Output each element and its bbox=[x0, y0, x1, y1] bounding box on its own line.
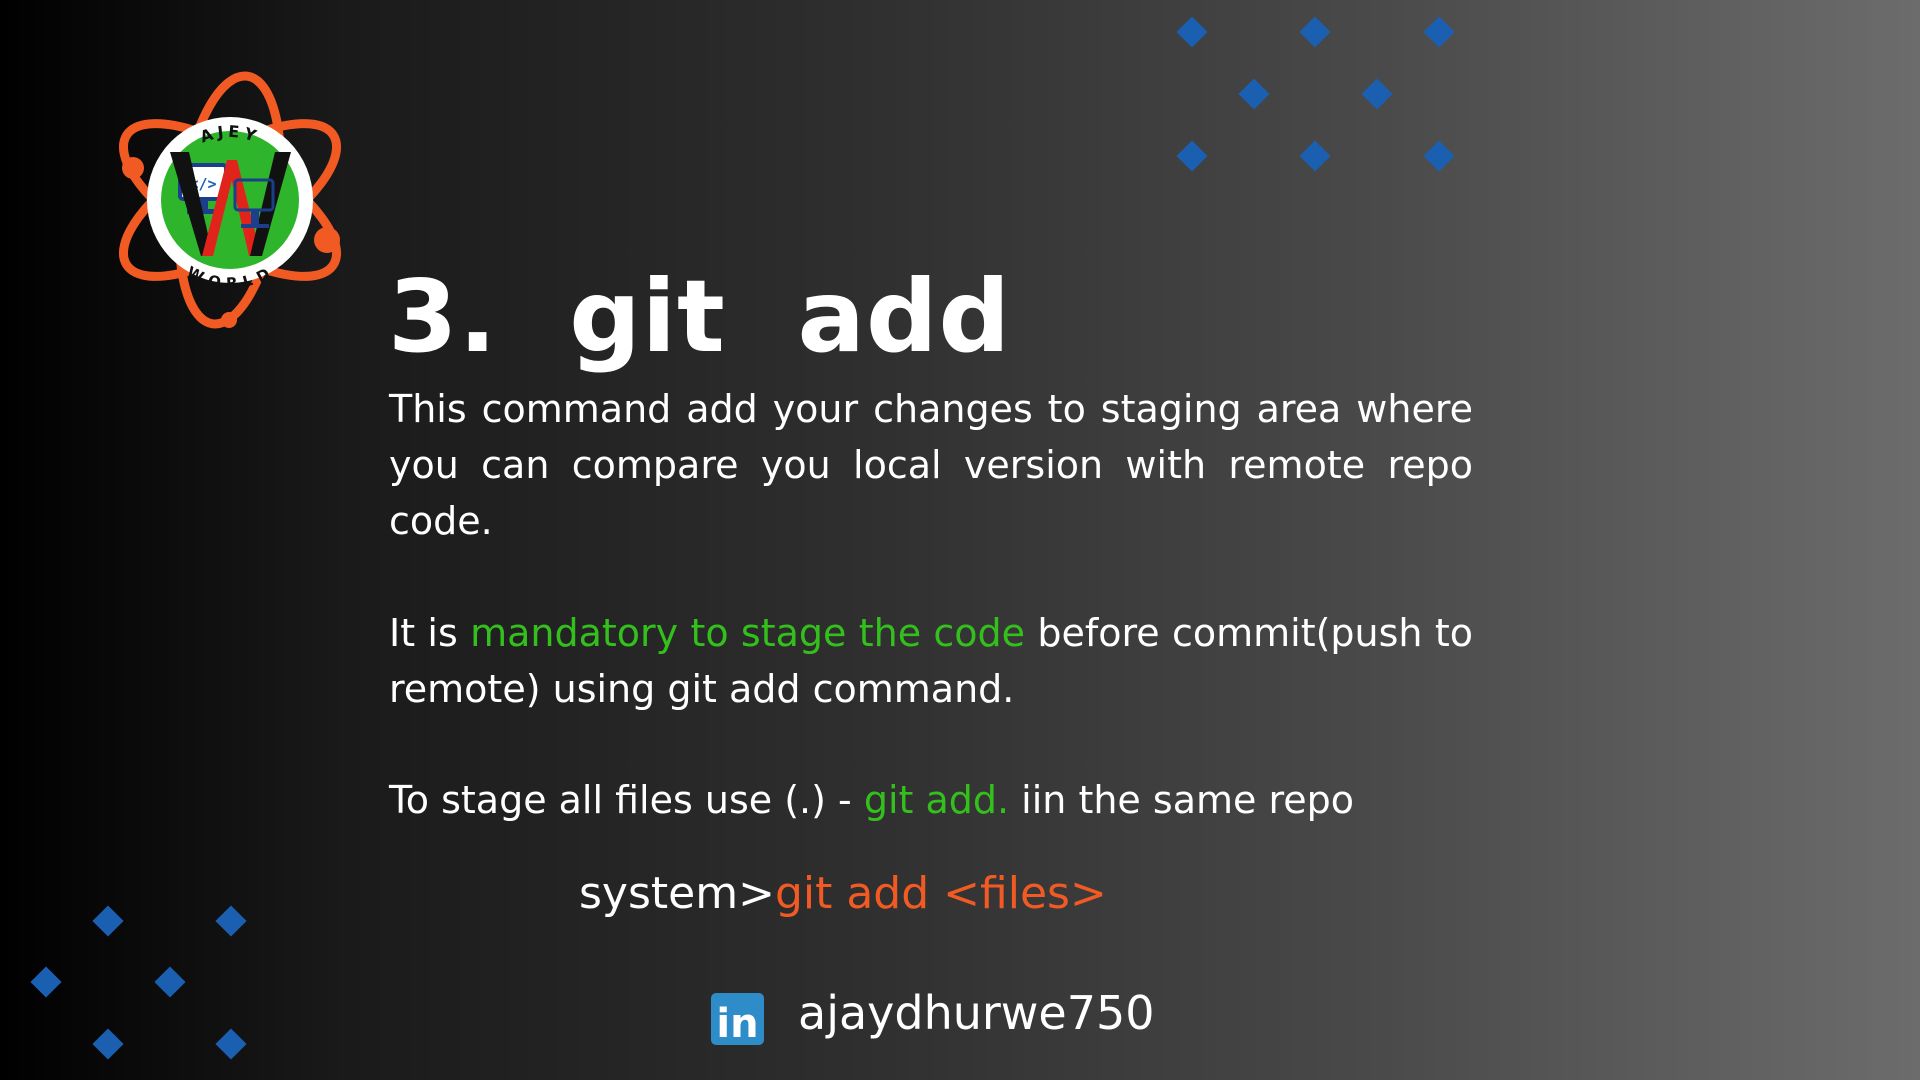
description-paragraph: This command add your changes to staging… bbox=[389, 387, 1473, 543]
linkedin-icon-text: in bbox=[716, 1001, 758, 1045]
linkedin-icon: in bbox=[711, 993, 764, 1047]
slide-title: 3. git add bbox=[388, 258, 1012, 375]
diamond-decoration bbox=[154, 966, 186, 998]
diamond-decoration bbox=[1176, 140, 1208, 172]
diamond-decoration bbox=[92, 905, 124, 937]
diamond-decoration bbox=[1423, 140, 1455, 172]
command-text: git add <files> bbox=[774, 868, 1107, 919]
diamond-decoration bbox=[215, 905, 247, 937]
diamond-decoration bbox=[1361, 78, 1393, 110]
diamond-decoration bbox=[30, 966, 62, 998]
stage-all-paragraph: To stage all files use (.) - git add. ii… bbox=[389, 772, 1473, 828]
mandatory-paragraph: It is mandatory to stage the code before… bbox=[389, 605, 1473, 717]
diamond-decoration bbox=[215, 1028, 247, 1060]
diamond-decoration bbox=[1299, 16, 1331, 48]
diamond-decoration bbox=[92, 1028, 124, 1060]
diamond-decoration bbox=[1176, 16, 1208, 48]
diamond-decoration bbox=[1423, 16, 1455, 48]
paragraph-text: iin the same repo bbox=[1009, 778, 1354, 822]
command-prompt: system> bbox=[579, 868, 775, 919]
highlight-text: mandatory to stage the code bbox=[470, 611, 1026, 655]
command-example: system>git add <files> bbox=[579, 866, 1107, 922]
diamond-decoration bbox=[1238, 78, 1270, 110]
paragraph-text: To stage all files use (.) - bbox=[389, 778, 864, 822]
linkedin-glyph: in bbox=[716, 1001, 758, 1047]
diamond-decoration bbox=[1299, 140, 1331, 172]
linkedin-handle: ajaydhurwe750 bbox=[798, 986, 1155, 1040]
paragraph-text: It is bbox=[389, 611, 471, 655]
ajey-world-logo: AJEY WORLD </> bbox=[118, 71, 342, 329]
highlight-text: git add. bbox=[863, 778, 1010, 822]
